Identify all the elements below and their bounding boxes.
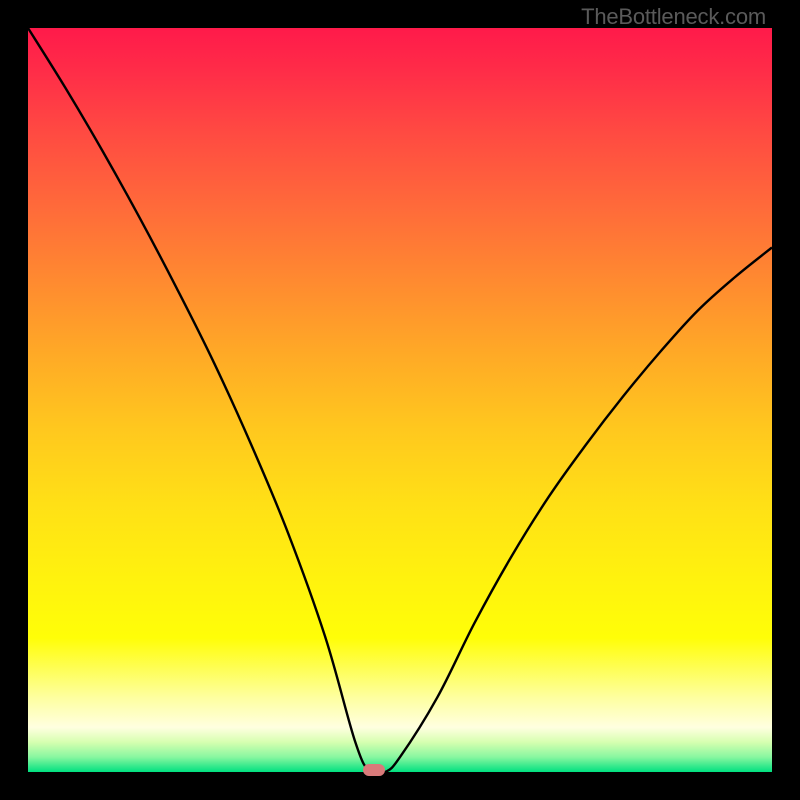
bottleneck-curve bbox=[28, 28, 772, 772]
plot-area bbox=[28, 28, 772, 772]
optimum-marker bbox=[363, 764, 385, 776]
chart-frame bbox=[28, 28, 772, 772]
curve-path bbox=[28, 28, 772, 772]
attribution-text: TheBottleneck.com bbox=[581, 4, 766, 30]
